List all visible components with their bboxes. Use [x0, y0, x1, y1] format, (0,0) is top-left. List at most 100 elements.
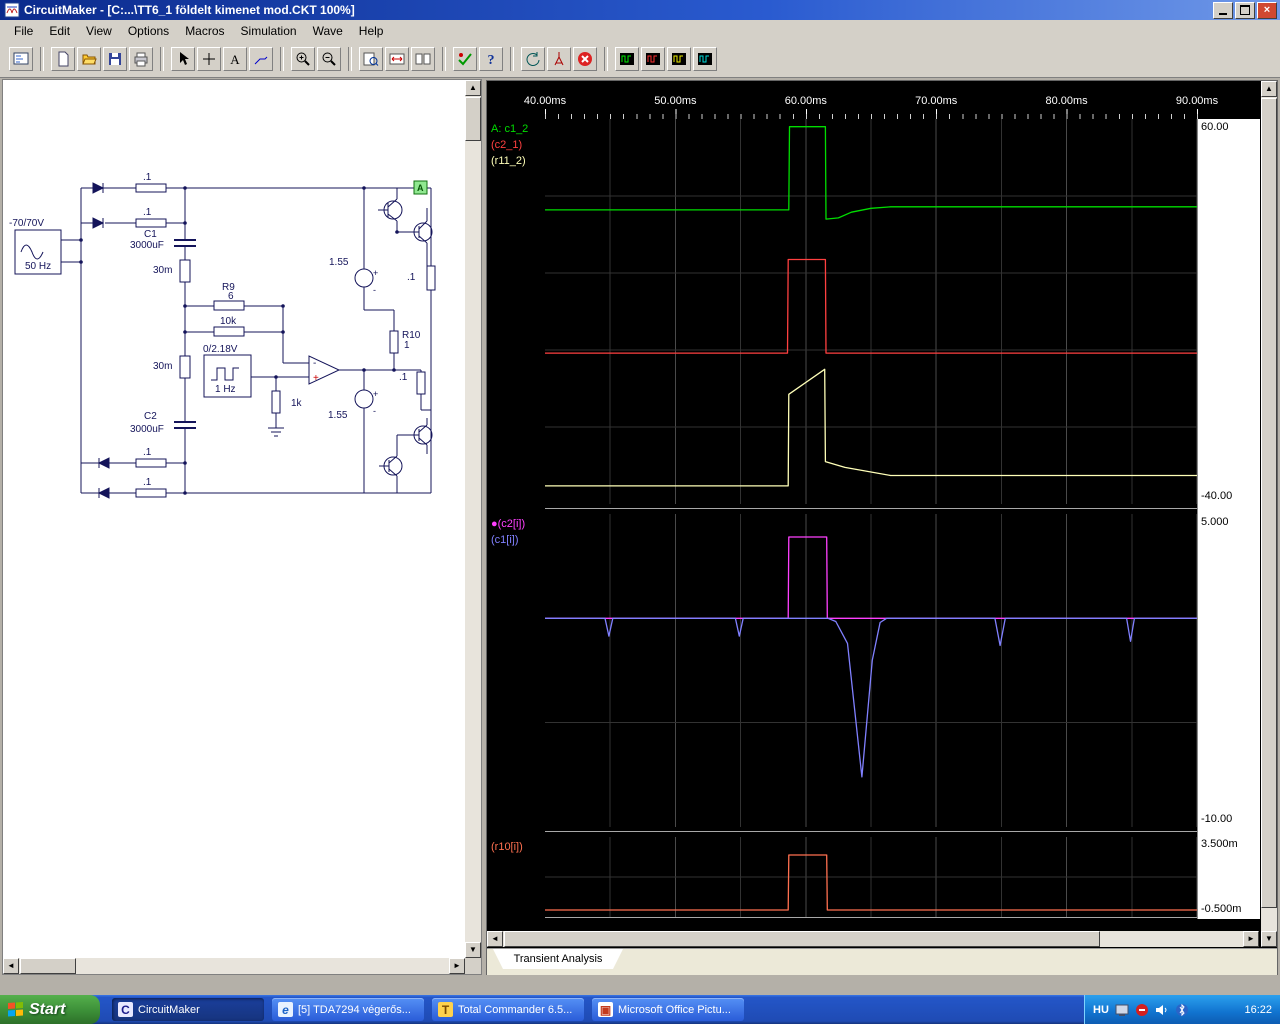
schematic-panel: -70/70V 50 Hz .1 .1 C1 3000uF 30m R9 6 1…: [2, 79, 482, 975]
new-button[interactable]: [51, 47, 75, 71]
print-button[interactable]: [129, 47, 153, 71]
menu-file[interactable]: File: [6, 22, 41, 40]
split-window-button[interactable]: [411, 47, 435, 71]
taskbar-clock[interactable]: 16:22: [1244, 1004, 1272, 1016]
help-button[interactable]: ?: [479, 47, 503, 71]
minimize-button[interactable]: [1213, 1, 1233, 19]
display-tray-icon[interactable]: [1115, 1003, 1129, 1017]
menu-macros[interactable]: Macros: [177, 22, 232, 40]
waveform-horizontal-scrollbar[interactable]: ◄ ►: [487, 931, 1259, 947]
waveform-yellow-icon: [672, 53, 686, 65]
plus-sign: +: [373, 268, 378, 278]
schematic-capture-button[interactable]: [9, 47, 33, 71]
probe-button[interactable]: [547, 47, 571, 71]
scrollbar-thumb[interactable]: [465, 97, 481, 141]
scroll-left-button[interactable]: ◄: [3, 958, 19, 974]
schematic-vertical-scrollbar[interactable]: ▲ ▼: [465, 80, 481, 958]
close-button[interactable]: ×: [1257, 1, 1277, 19]
scroll-left-button[interactable]: ◄: [487, 931, 503, 947]
scrollbar-corner: [465, 958, 481, 974]
resistor-label: .1: [143, 172, 152, 183]
probe-a-label: A: [417, 183, 424, 193]
scope-a-button[interactable]: [615, 47, 639, 71]
svg-text:A: A: [230, 52, 240, 67]
scope-d-button[interactable]: [693, 47, 717, 71]
zoom-out-button[interactable]: [317, 47, 341, 71]
legend-entry[interactable]: A: c1_2: [491, 123, 528, 135]
legend-entry[interactable]: (r10[i]): [491, 841, 523, 853]
window-title: CircuitMaker - [C:...\TT6_1 földelt kime…: [24, 3, 355, 17]
draw-wire-button[interactable]: [249, 47, 273, 71]
y-max-label: 5.000: [1201, 516, 1229, 528]
toolbar-separator: [510, 47, 514, 71]
volume-tray-icon[interactable]: [1155, 1003, 1169, 1017]
select-button[interactable]: [171, 47, 195, 71]
voltage-plot[interactable]: [545, 119, 1197, 504]
start-button[interactable]: Start: [0, 995, 100, 1024]
zoom-window-button[interactable]: [359, 47, 383, 71]
legend-entry[interactable]: ●(c2[i]): [491, 518, 525, 530]
taskbar-item-label: [5] TDA7294 végerős...: [298, 1003, 411, 1016]
schematic-canvas[interactable]: -70/70V 50 Hz .1 .1 C1 3000uF 30m R9 6 1…: [3, 80, 465, 958]
bluetooth-tray-icon[interactable]: [1175, 1003, 1189, 1017]
waveform-window: 40.00ms 50.00ms 60.00ms 70.00ms 80.00ms 90.00…: [486, 80, 1278, 975]
legend-entry[interactable]: (r11_2): [491, 155, 526, 167]
taskbar-item-label: Total Commander 6.5...: [458, 1003, 573, 1016]
zoom-fit-button[interactable]: [385, 47, 409, 71]
menu-edit[interactable]: Edit: [41, 22, 78, 40]
legend-entry[interactable]: (c2_1): [491, 139, 522, 151]
scroll-right-button[interactable]: ►: [1243, 931, 1259, 947]
scope-c-button[interactable]: [667, 47, 691, 71]
save-button[interactable]: [103, 47, 127, 71]
taskbar-item-circuitmaker[interactable]: C CircuitMaker: [112, 998, 264, 1021]
menu-simulation[interactable]: Simulation: [233, 22, 305, 40]
current-plot[interactable]: [545, 514, 1197, 827]
menu-wave[interactable]: Wave: [305, 22, 351, 40]
y-min-label: -0.500m: [1201, 903, 1242, 915]
language-indicator[interactable]: HU: [1093, 1004, 1109, 1016]
schematic-horizontal-scrollbar[interactable]: ◄ ►: [3, 958, 465, 974]
open-button[interactable]: [77, 47, 101, 71]
trace-legend: A: c1_2 (c2_1) (r11_2) ●(c2[i]) (c1[i]) …: [487, 119, 545, 930]
total-commander-icon: T: [438, 1002, 453, 1017]
place-text-button[interactable]: A: [223, 47, 247, 71]
plot-separator: [545, 831, 1197, 832]
junction-dots: [79, 186, 399, 495]
r10-current-plot[interactable]: [545, 837, 1197, 917]
scope-b-button[interactable]: [641, 47, 665, 71]
restore-button[interactable]: [1235, 1, 1255, 19]
waveform-vertical-scrollbar[interactable]: ▲ ▼: [1261, 81, 1277, 947]
antivirus-tray-icon[interactable]: [1135, 1003, 1149, 1017]
scroll-up-button[interactable]: ▲: [1261, 81, 1277, 97]
taskbar-item-total-commander[interactable]: T Total Commander 6.5...: [432, 998, 584, 1021]
pulse-freq-label: 1 Hz: [215, 384, 236, 395]
menu-help[interactable]: Help: [351, 22, 392, 40]
title-bar[interactable]: CircuitMaker - [C:...\TT6_1 földelt kime…: [0, 0, 1280, 20]
stop-simulation-button[interactable]: [573, 47, 597, 71]
y-min-label: -10.00: [1201, 813, 1233, 825]
taskbar-item-browser[interactable]: e [5] TDA7294 végerős...: [272, 998, 424, 1021]
rules-check-button[interactable]: [453, 47, 477, 71]
scrollbar-thumb[interactable]: [20, 958, 76, 974]
scrollbar-thumb[interactable]: [504, 931, 1100, 947]
schematic-icon: [13, 52, 29, 65]
scroll-up-button[interactable]: ▲: [465, 80, 481, 96]
zoom-in-button[interactable]: [291, 47, 315, 71]
menu-view[interactable]: View: [78, 22, 120, 40]
scrollbar-thumb[interactable]: [1261, 98, 1277, 908]
toolbar-separator: [442, 47, 446, 71]
transient-analysis-tab[interactable]: Transient Analysis: [493, 949, 623, 969]
rotate-button[interactable]: [521, 47, 545, 71]
scroll-down-button[interactable]: ▼: [465, 942, 481, 958]
place-part-button[interactable]: [197, 47, 221, 71]
resistor-label: .1: [399, 372, 408, 383]
menu-options[interactable]: Options: [120, 22, 177, 40]
plus-sign: +: [373, 389, 378, 399]
taskbar-item-picture-manager[interactable]: ▣ Microsoft Office Pictu...: [592, 998, 744, 1021]
scroll-down-button[interactable]: ▼: [1261, 931, 1277, 947]
waveform-red-icon: [646, 53, 660, 65]
scroll-right-button[interactable]: ►: [449, 958, 465, 974]
plus-icon: [203, 53, 215, 65]
legend-entry[interactable]: (c1[i]): [491, 534, 519, 546]
resistor-label: .1: [143, 477, 152, 488]
